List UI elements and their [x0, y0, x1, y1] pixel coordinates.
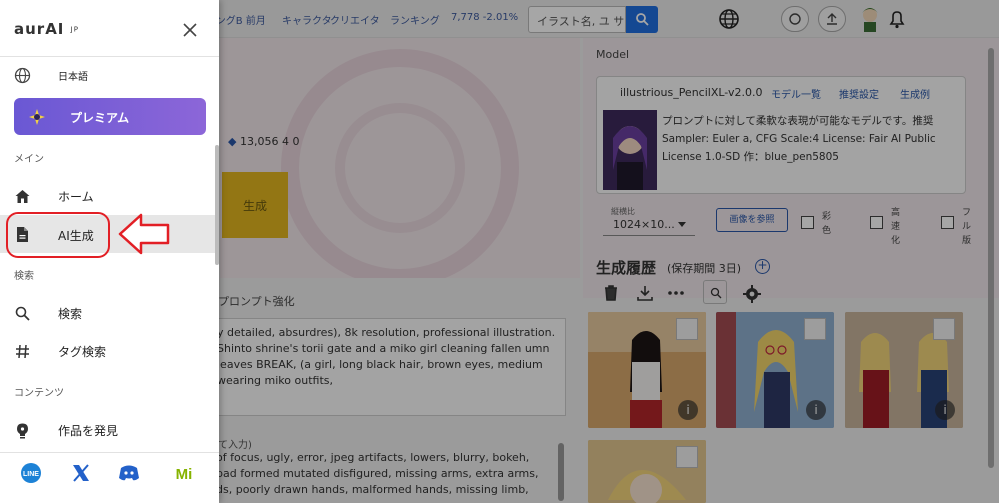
sidebar-item-home[interactable]: ホーム: [0, 178, 219, 214]
svg-text:Mi: Mi: [176, 466, 193, 483]
language-selector[interactable]: 日本語: [0, 57, 219, 93]
logo-text: aurAI: [14, 20, 65, 38]
divider: [0, 452, 219, 453]
x-icon[interactable]: [70, 462, 92, 484]
svg-text:LINE: LINE: [23, 471, 39, 478]
sidebar-item-search[interactable]: 検索: [0, 295, 219, 331]
annotation-highlight-oval: [6, 212, 110, 258]
misskey-icon[interactable]: Mi: [173, 462, 195, 484]
section-search-label: 検索: [14, 271, 34, 282]
home-icon: [15, 190, 30, 203]
annotation-arrow-icon: [118, 213, 170, 255]
search-icon: [15, 306, 30, 321]
line-icon[interactable]: LINE: [20, 462, 42, 484]
site-logo[interactable]: aurAI JP: [14, 20, 79, 38]
language-label: 日本語: [58, 72, 88, 83]
sidebar-item-tag-search[interactable]: タグ検索: [0, 333, 219, 369]
discord-icon[interactable]: [118, 462, 140, 484]
premium-button[interactable]: プレミアム: [14, 98, 206, 135]
premium-icon: [29, 109, 45, 125]
section-contents-label: コンテンツ: [14, 388, 64, 399]
home-label: ホーム: [58, 190, 94, 204]
search-label: 検索: [58, 307, 83, 321]
drawer-scrollbar[interactable]: [215, 145, 219, 265]
discover-label: 作品を発見: [58, 424, 119, 438]
logo-suffix: JP: [70, 25, 79, 34]
globe-icon: [14, 67, 31, 84]
app-root: ンキングB 前月 キャラクタ クリエイタ ランキング 7,778 -2.01% …: [0, 0, 999, 503]
premium-label: プレミアム: [70, 111, 130, 125]
hashtag-icon: [16, 344, 29, 359]
section-main-label: メイン: [14, 154, 44, 165]
sidebar-item-discover[interactable]: 作品を発見: [0, 412, 219, 448]
close-icon[interactable]: [181, 21, 199, 39]
lightbulb-icon: [17, 423, 28, 439]
tag-search-label: タグ検索: [58, 345, 107, 359]
